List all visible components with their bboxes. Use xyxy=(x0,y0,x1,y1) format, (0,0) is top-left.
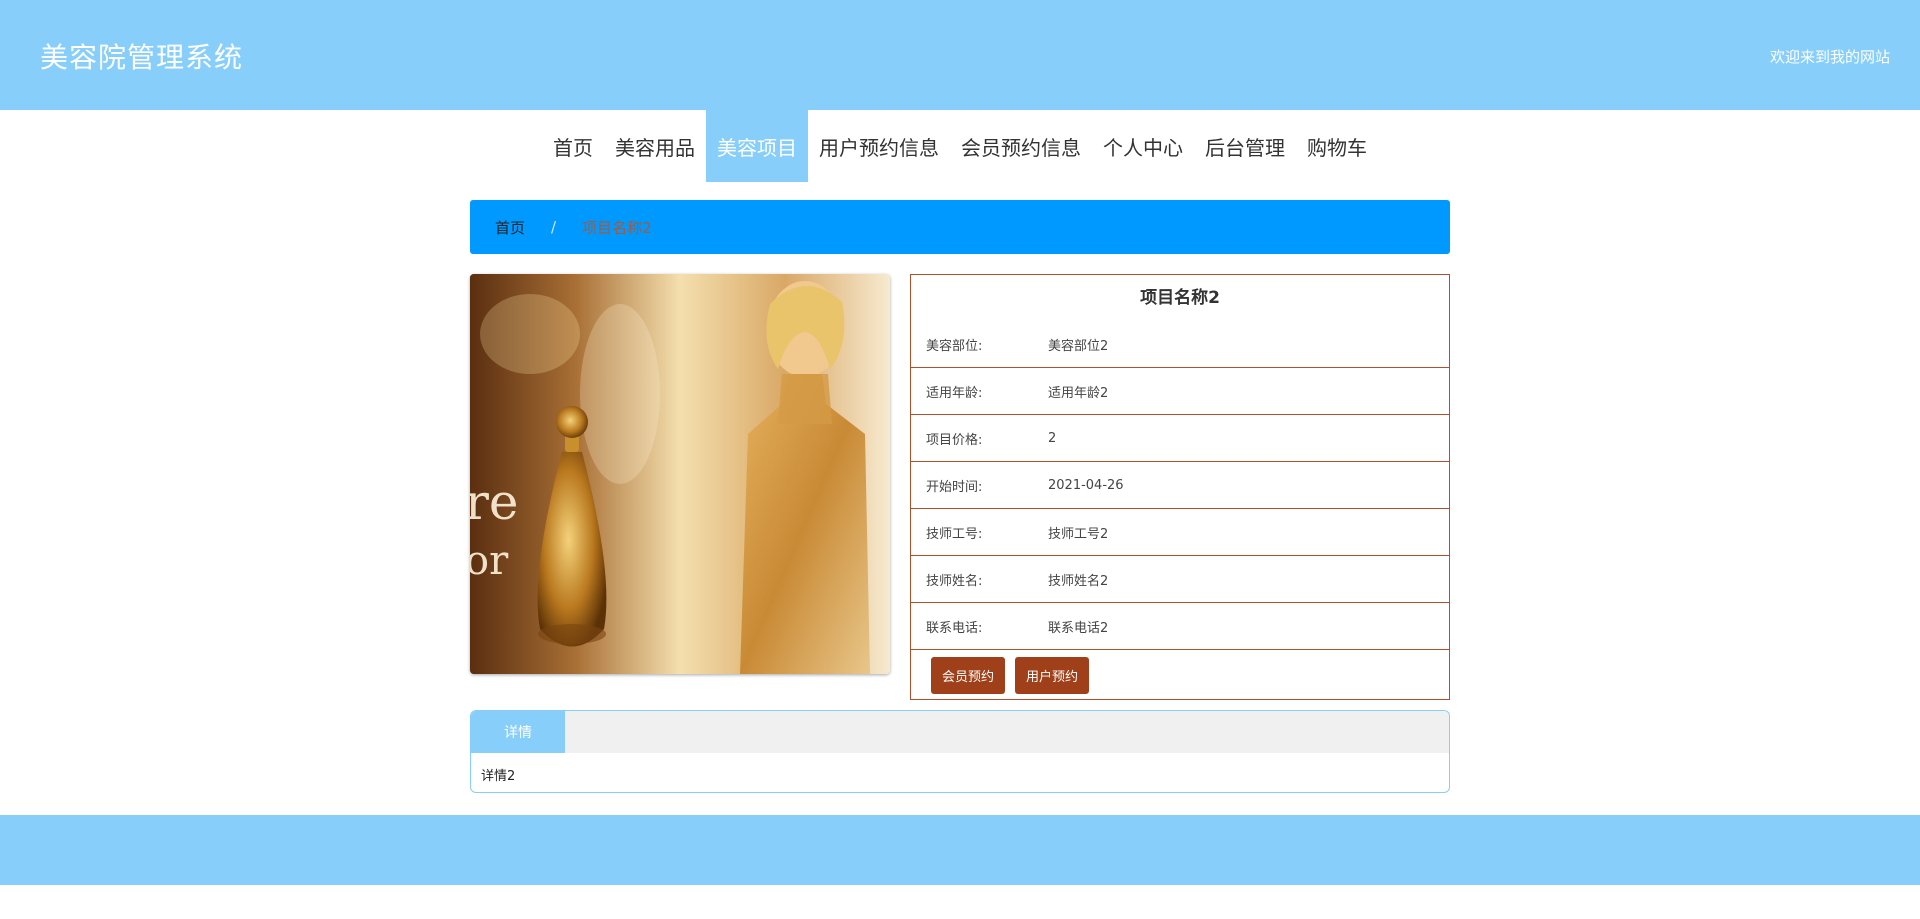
detail-row-price: 项目价格: 2 xyxy=(911,415,1449,462)
tab-content: 详情2 xyxy=(481,769,516,784)
detail-label: 技师工号: xyxy=(926,526,983,542)
user-booking-button[interactable]: 用户预约 xyxy=(1015,656,1090,694)
detail-value: 适用年龄2 xyxy=(1048,385,1109,401)
main-nav: 首页 美容用品 美容项目 用户预约信息 会员预约信息 个人中心 后台管理 购物车 xyxy=(0,110,1920,182)
detail-value: 2021-04-26 xyxy=(1048,477,1124,493)
tab-details[interactable]: 详情 xyxy=(471,711,565,753)
member-booking-button[interactable]: 会员预约 xyxy=(931,656,1006,694)
detail-row-body-part: 美容部位: 美容部位2 xyxy=(911,321,1449,368)
perfume-advert-illustration: re or xyxy=(470,274,890,674)
site-title: 美容院管理系统 xyxy=(40,41,244,74)
welcome-text: 欢迎来到我的网站 xyxy=(1769,48,1890,66)
detail-label: 美容部位: xyxy=(926,338,983,354)
detail-label: 联系电话: xyxy=(926,620,983,636)
nav-item-home[interactable]: 首页 xyxy=(542,110,604,182)
detail-value: 联系电话2 xyxy=(1048,620,1109,636)
detail-value: 2 xyxy=(1048,430,1057,446)
detail-label: 技师姓名: xyxy=(926,573,983,589)
detail-tabs: 详情 详情2 xyxy=(470,710,1450,793)
site-header: 美容院管理系统 欢迎来到我的网站 xyxy=(0,0,1920,110)
detail-row-start-time: 开始时间: 2021-04-26 xyxy=(911,462,1449,509)
nav-item-member-bookings[interactable]: 会员预约信息 xyxy=(950,110,1092,182)
nav-item-beauty-products[interactable]: 美容用品 xyxy=(604,110,706,182)
breadcrumb: 首页 / 项目名称2 xyxy=(470,200,1450,254)
detail-label: 项目价格: xyxy=(926,432,983,448)
breadcrumb-home-link[interactable]: 首页 xyxy=(495,217,525,238)
detail-row-phone: 联系电话: 联系电话2 xyxy=(911,603,1449,650)
project-title: 项目名称2 xyxy=(1140,288,1220,308)
detail-row-age: 适用年龄: 适用年龄2 xyxy=(911,368,1449,415)
nav-item-beauty-projects[interactable]: 美容项目 xyxy=(706,110,808,182)
svg-text:re: re xyxy=(470,473,519,531)
svg-text:or: or xyxy=(470,538,509,584)
breadcrumb-current: 项目名称2 xyxy=(582,218,652,237)
detail-row-technician-id: 技师工号: 技师工号2 xyxy=(911,509,1449,556)
breadcrumb-separator: / xyxy=(551,218,557,236)
site-footer xyxy=(0,815,1920,885)
detail-label: 适用年龄: xyxy=(926,385,983,401)
nav-item-user-bookings[interactable]: 用户预约信息 xyxy=(808,110,950,182)
detail-value: 技师工号2 xyxy=(1048,526,1109,542)
detail-value: 技师姓名2 xyxy=(1048,573,1109,589)
booking-actions: 会员预约 用户预约 xyxy=(911,650,1449,700)
detail-value: 美容部位2 xyxy=(1048,338,1109,354)
nav-item-cart[interactable]: 购物车 xyxy=(1296,110,1378,182)
project-image: re or xyxy=(470,274,890,674)
nav-item-personal-center[interactable]: 个人中心 xyxy=(1092,110,1194,182)
tab-bar: 详情 xyxy=(471,711,1449,753)
detail-row-technician-name: 技师姓名: 技师姓名2 xyxy=(911,556,1449,603)
detail-label: 开始时间: xyxy=(926,479,983,495)
nav-item-admin[interactable]: 后台管理 xyxy=(1194,110,1296,182)
project-detail-card: 项目名称2 美容部位: 美容部位2 适用年龄: 适用年龄2 项目价格: 2 开始… xyxy=(910,274,1450,700)
